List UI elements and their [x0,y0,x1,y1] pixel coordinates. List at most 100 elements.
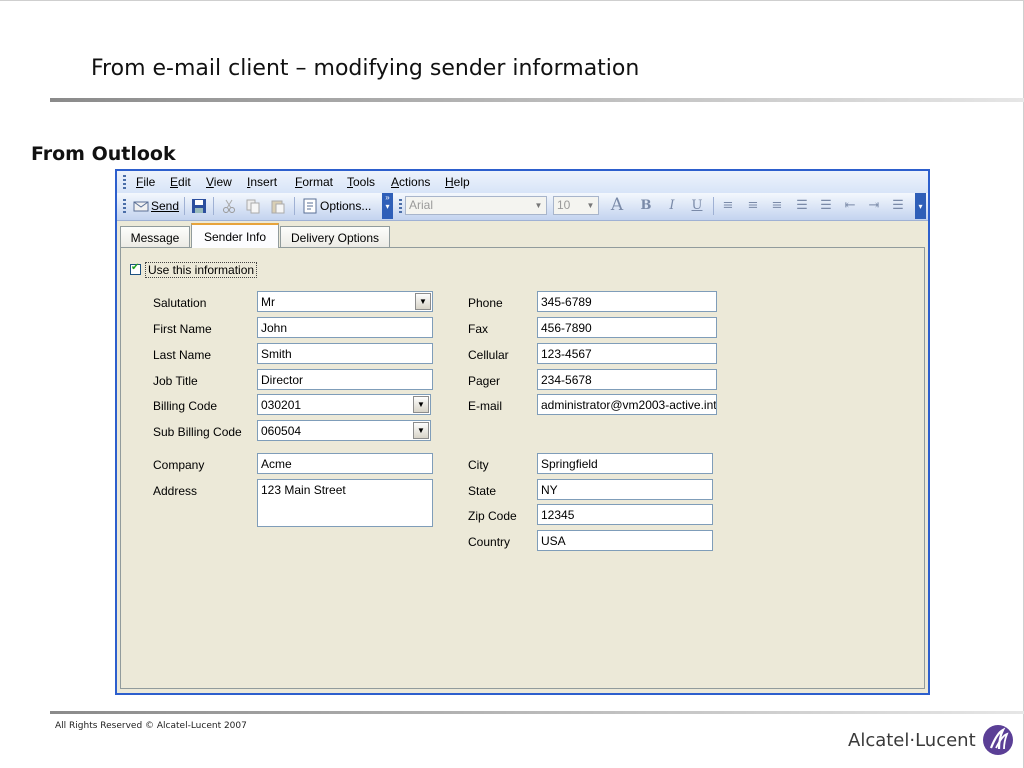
company-field[interactable]: Acme [257,453,433,474]
email-field[interactable]: administrator@vm2003-active.inte [537,394,717,415]
phone-field[interactable]: 345-6789 [537,291,717,312]
use-info-checkbox[interactable] [130,262,141,275]
menu-tools[interactable]: Tools [347,175,375,189]
font-size-value: 10 [557,198,571,212]
chevron-down-icon[interactable]: ▼ [413,422,429,439]
underline-icon[interactable]: U [688,198,706,214]
pager-label: Pager [468,374,501,388]
bold-icon[interactable]: B [637,198,655,214]
phone-label: Phone [468,296,503,310]
increase-indent-icon[interactable]: ⇥ [865,198,883,214]
zip-code-label: Zip Code [468,509,517,523]
menu-bar: File Edit View Insert Format Tools Actio… [117,171,928,193]
align-right-icon[interactable]: ≡ [768,198,786,214]
toolbar-separator [213,197,214,215]
state-field[interactable]: NY [537,479,713,500]
font-color-icon[interactable]: A [608,195,626,215]
slide-title: From e-mail client – modifying sender in… [91,56,640,81]
toolbar-separator [713,197,714,215]
outlook-message-window: File Edit View Insert Format Tools Actio… [115,169,930,695]
copyright-text: All Rights Reserved © Alcatel-Lucent 200… [55,721,247,731]
tab-message[interactable]: Message [120,226,190,247]
use-info-label[interactable]: Use this information [145,262,258,278]
menu-actions[interactable]: Actions [391,175,430,189]
font-size-combo[interactable]: 10 ▼ [553,196,599,215]
sub-billing-code-label: Sub Billing Code [153,425,242,439]
toolbar-separator [294,197,295,215]
first-name-field[interactable]: John [257,317,433,338]
email-label: E-mail [468,399,503,413]
menu-view[interactable]: View [206,175,232,189]
cut-button[interactable] [221,196,237,216]
last-name-label: Last Name [153,348,212,362]
first-name-label: First Name [153,322,212,336]
city-field[interactable]: Springfield [537,453,713,474]
state-label: State [468,484,497,498]
send-icon [133,201,149,212]
menu-grip-icon[interactable] [123,175,126,189]
cut-icon [223,199,235,213]
align-left-icon[interactable]: ≡ [719,198,737,214]
salutation-select[interactable]: Mr ▼ [257,291,433,312]
format-toolbar-grip-icon[interactable] [399,199,402,213]
send-button[interactable]: Send [133,196,179,216]
font-name-value: Arial [409,198,434,212]
toolbar-grip-icon[interactable] [123,199,126,213]
options-label: Options... [320,199,372,213]
sub-billing-code-value: 060504 [261,424,302,438]
chevron-down-icon[interactable]: ▼ [413,396,429,413]
address-textarea[interactable]: 123 Main Street [257,479,433,527]
toolbar-overflow-chevron-icon[interactable]: » ▾ [382,193,393,219]
country-field[interactable]: USA [537,530,713,551]
menu-file[interactable]: File [136,175,155,189]
decrease-indent-icon[interactable]: ⇤ [841,198,859,214]
fax-field[interactable]: 456-7890 [537,317,717,338]
address-label: Address [153,484,198,498]
toolbar: Send Options... » ▾ Arial ▼ 10 ▼ A B I U… [117,193,928,221]
cellular-label: Cellular [468,348,509,362]
chevron-down-icon[interactable]: ▼ [584,198,597,213]
send-label: Send [151,199,180,213]
menu-help[interactable]: Help [445,175,470,189]
save-button[interactable] [191,196,207,216]
chevron-down-icon[interactable]: ▼ [415,293,431,310]
billing-code-select[interactable]: 030201 ▼ [257,394,431,415]
fax-label: Fax [468,322,489,336]
cellular-field[interactable]: 123-4567 [537,343,717,364]
country-label: Country [468,535,511,549]
pager-field[interactable]: 234-5678 [537,369,717,390]
menu-insert[interactable]: Insert [247,175,277,189]
paste-button[interactable] [270,196,286,216]
menu-edit[interactable]: Edit [170,175,191,189]
footer-divider [50,711,1024,714]
city-label: City [468,458,489,472]
options-button[interactable]: Options... [302,196,371,216]
format-overflow-chevron-icon[interactable]: ▾ [915,193,926,219]
salutation-value: Mr [261,295,275,309]
tab-delivery-options[interactable]: Delivery Options [280,226,390,247]
menu-format[interactable]: Format [295,175,333,189]
toolbar-separator [184,197,185,215]
billing-code-label: Billing Code [153,399,218,413]
zip-code-field[interactable]: 12345 [537,504,713,525]
tab-sender-info[interactable]: Sender Info [191,223,279,248]
section-heading: From Outlook [31,143,176,165]
job-title-field[interactable]: Director [257,369,433,390]
sub-billing-code-select[interactable]: 060504 ▼ [257,420,431,441]
sender-info-panel [120,247,925,689]
line-style-icon[interactable]: ☰ [889,198,907,214]
italic-icon[interactable]: I [663,198,681,214]
last-name-field[interactable]: Smith [257,343,433,364]
bullets-icon[interactable]: ☰ [793,198,811,214]
copy-icon [246,199,260,214]
billing-code-value: 030201 [261,398,302,412]
numbering-icon[interactable]: ☰ [817,198,835,214]
font-name-combo[interactable]: Arial ▼ [405,196,547,215]
chevron-down-icon[interactable]: ▼ [532,198,545,213]
save-icon [192,199,206,213]
copy-button[interactable] [245,196,261,216]
align-center-icon[interactable]: ≡ [744,198,762,214]
alcatel-lucent-logo-icon [982,725,1013,755]
slide-border-top [0,0,1024,1]
paste-icon [271,200,285,214]
